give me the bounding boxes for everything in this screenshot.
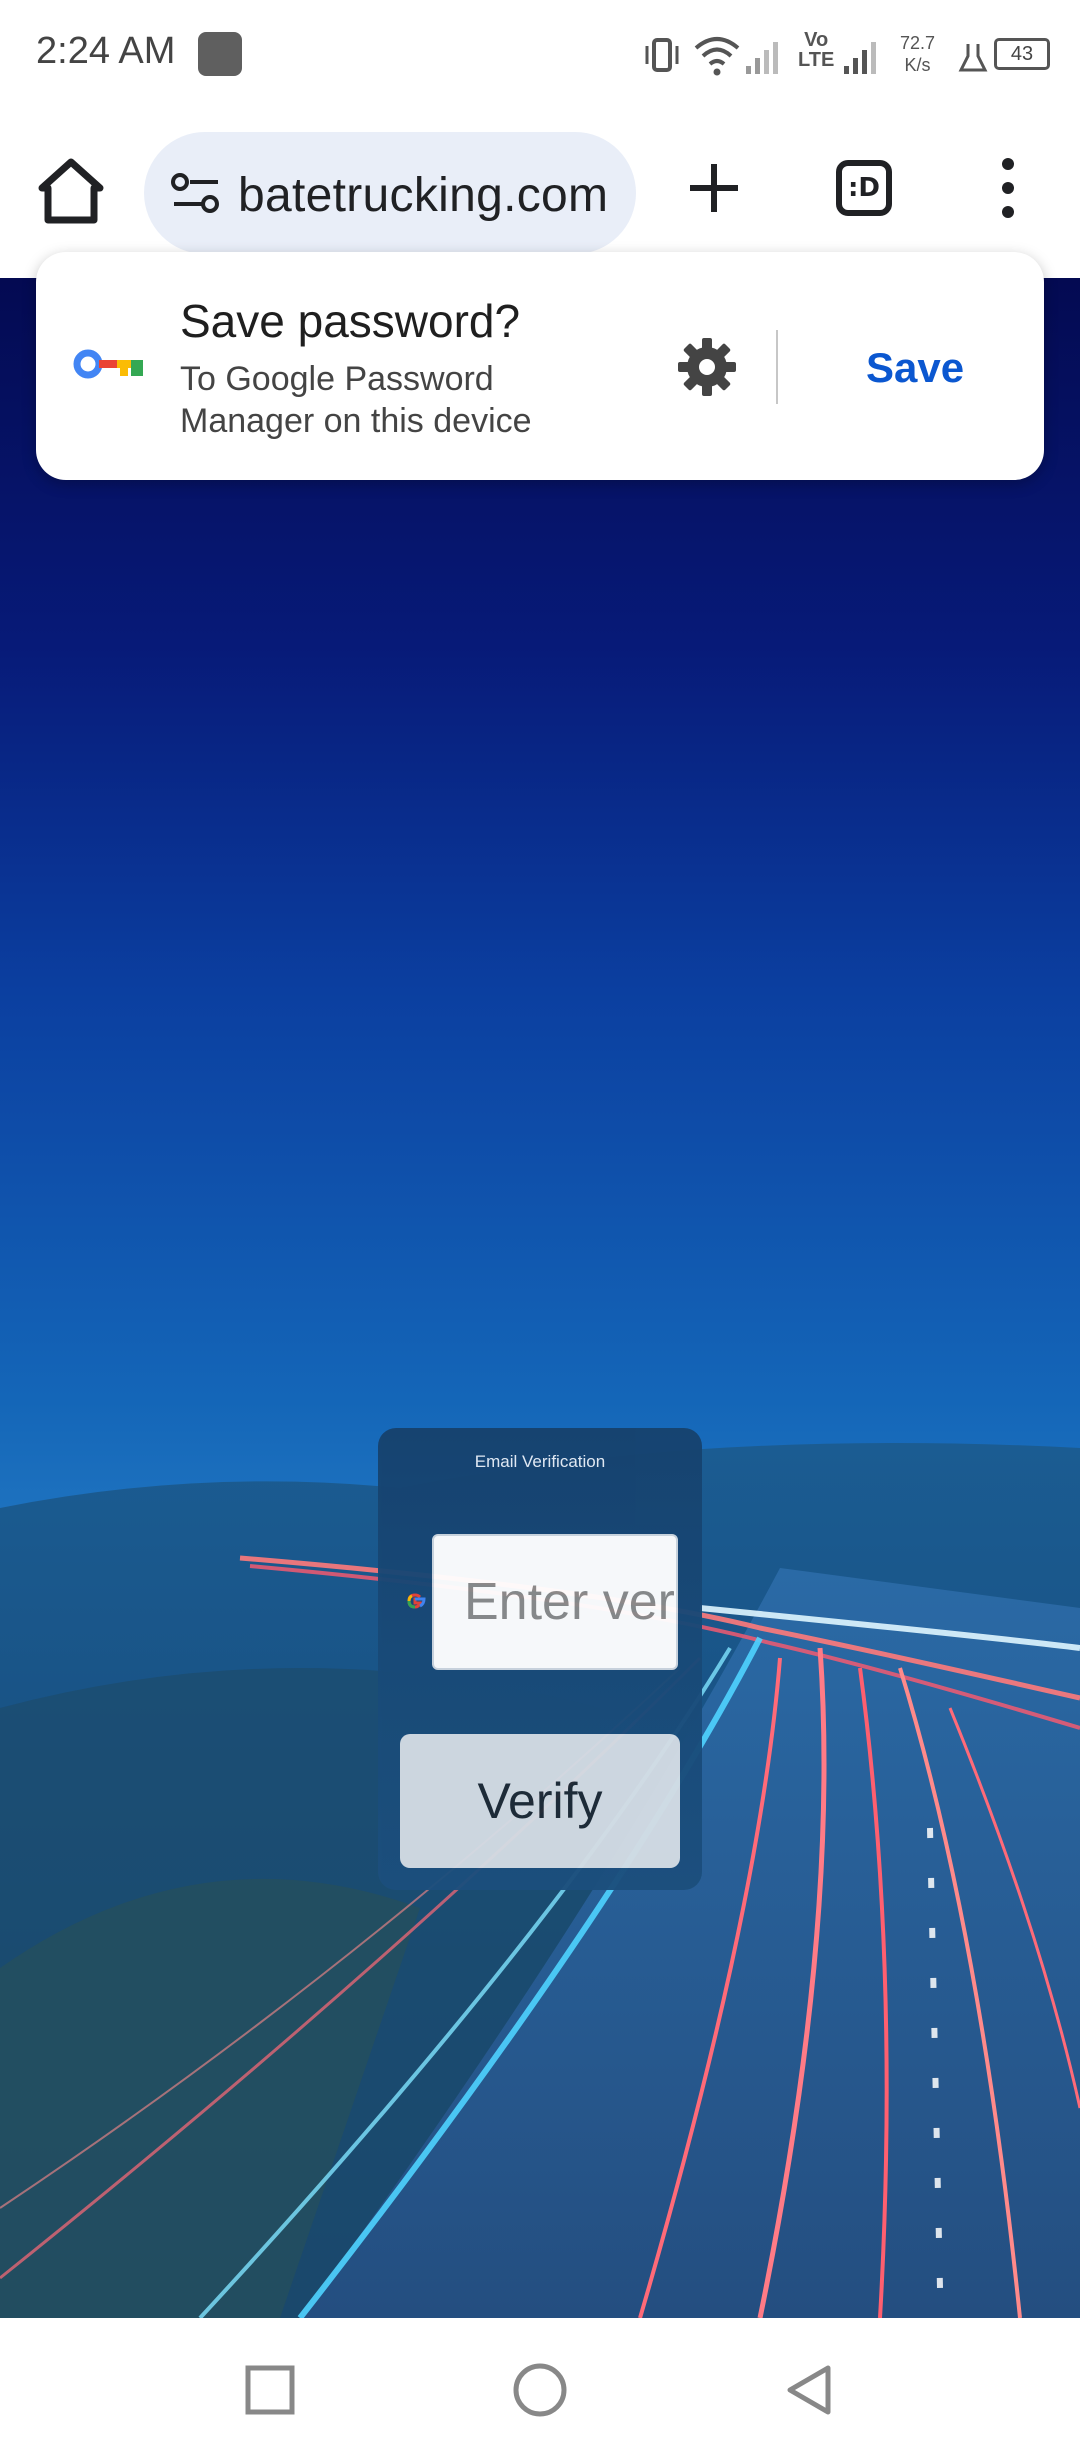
new-tab-icon[interactable] xyxy=(682,156,746,220)
status-bar: 2:24 AM Vo LTE 72.7 K/s 43 xyxy=(0,0,1080,110)
back-nav-icon[interactable] xyxy=(782,2362,838,2418)
network-speed-value: 72.7 xyxy=(900,33,936,53)
url-text[interactable]: batetrucking.com xyxy=(238,168,608,223)
system-navigation-bar xyxy=(0,2318,1080,2460)
signal-strength-icon xyxy=(746,42,778,74)
email-verification-card: Email Verification Verify xyxy=(378,1428,702,1890)
tab-switcher-label: :D xyxy=(848,173,880,203)
tab-switcher-button[interactable]: :D xyxy=(836,160,892,216)
save-password-subtitle: To Google Password Manager on this devic… xyxy=(180,360,532,440)
verify-button[interactable]: Verify xyxy=(400,1734,680,1868)
google-g-icon xyxy=(407,1593,426,1609)
save-password-prompt: Save password? To Google Password Manage… xyxy=(36,252,1044,480)
signal-strength-icon-2 xyxy=(844,42,876,74)
lab-flask-icon xyxy=(958,44,988,72)
volte-label-top: Vo xyxy=(804,29,829,51)
notification-app-icon xyxy=(198,32,242,76)
network-speed-unit: K/s xyxy=(904,55,931,75)
address-bar[interactable]: batetrucking.com xyxy=(144,132,636,254)
volte-label-bottom: LTE xyxy=(798,49,835,71)
more-options-icon[interactable] xyxy=(990,154,1026,222)
save-password-title: Save password? xyxy=(180,295,521,347)
recent-apps-icon[interactable] xyxy=(242,2362,298,2418)
network-speed: 72.7 K/s xyxy=(900,32,935,76)
web-page-content: Email Verification Verify xyxy=(0,278,1080,2318)
prompt-divider xyxy=(776,330,778,404)
save-password-button[interactable]: Save xyxy=(866,344,964,392)
home-icon[interactable] xyxy=(34,154,108,228)
password-key-icon xyxy=(73,349,143,379)
verification-code-input[interactable] xyxy=(432,1534,678,1670)
volte-badge: Vo LTE xyxy=(798,30,834,70)
site-settings-icon[interactable] xyxy=(170,172,222,214)
home-nav-icon[interactable] xyxy=(512,2362,568,2418)
status-time: 2:24 AM xyxy=(36,30,176,72)
vibrate-icon xyxy=(645,38,679,72)
verification-title: Email Verification xyxy=(474,1452,606,1471)
gear-icon[interactable] xyxy=(674,334,740,400)
battery-level: 43 xyxy=(1010,43,1034,65)
battery-icon: 43 xyxy=(994,38,1050,70)
wifi-icon xyxy=(694,37,740,76)
